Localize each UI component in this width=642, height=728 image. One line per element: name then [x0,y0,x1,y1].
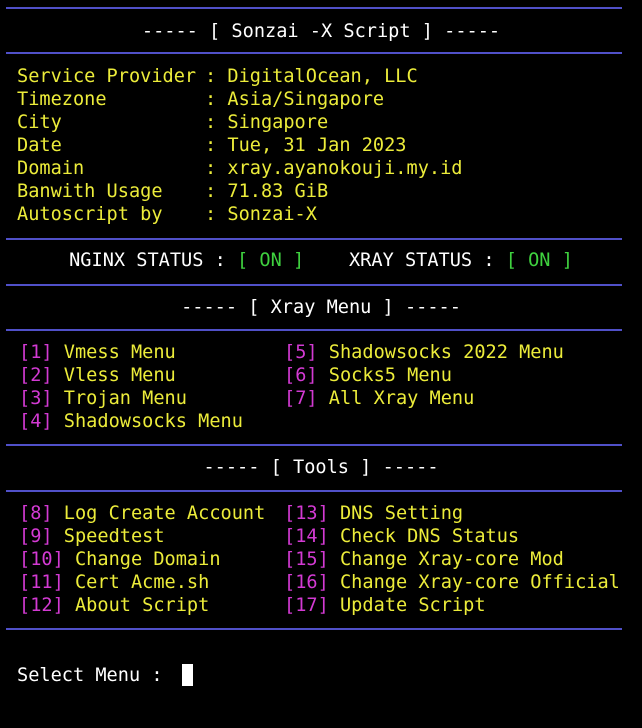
menu-item-speedtest[interactable]: [9] Speedtest [19,525,165,548]
menu-item-label: Change Xray-core Official [339,572,620,593]
info-value: : Singapore [205,112,329,133]
menu-item-check-dns-status[interactable]: [14] Check DNS Status [284,525,519,548]
menu-item-socks5[interactable]: [6] Socks5 Menu [284,364,452,387]
menu-item-number: [10] [19,549,64,570]
separator-line [6,490,622,492]
separator-line [6,52,622,54]
separator-line [6,238,622,240]
info-key: Service Provider [17,66,197,87]
menu-item-label: Socks5 Menu [328,365,452,386]
info-key: Date [17,135,62,156]
menu-item-about-script[interactable]: [12] About Script [19,594,209,617]
menu-item-number: [16] [284,572,329,593]
menu-item-number: [14] [284,526,329,547]
menu-item-label: About Script [74,595,210,616]
info-key: Timezone [17,89,107,110]
menu-item-label: Shadowsocks 2022 Menu [328,342,564,363]
separator-line [6,329,622,331]
info-value: : DigitalOcean, LLC [205,66,418,87]
menu-item-number: [7] [284,388,318,409]
menu-item-number: [4] [19,411,53,432]
menu-item-label: Change Domain [74,549,221,570]
menu-item-trojan[interactable]: [3] Trojan Menu [19,387,187,410]
menu-item-update-script[interactable]: [17] Update Script [284,594,486,617]
separator-line [6,284,622,286]
info-key: Domain [17,158,85,179]
info-value: : Asia/Singapore [205,89,385,110]
info-row-date: Date : Tue, 31 Jan 2023 [17,134,407,157]
menu-item-number: [17] [284,595,329,616]
menu-item-shadowsocks[interactable]: [4] Shadowsocks Menu [19,410,243,433]
info-row-city: City : Singapore [17,111,328,134]
menu-item-change-xray-core-official[interactable]: [16] Change Xray-core Official [284,571,620,594]
info-key: City [17,112,62,133]
select-menu-prompt: Select Menu : [17,665,174,686]
script-title: ----- [ Sonzai -X Script ] ----- [141,21,501,42]
menu-item-label: Update Script [339,595,486,616]
menu-item-label: Log Create Account [63,503,266,524]
menu-item-number: [8] [19,503,53,524]
info-value: : 71.83 GiB [205,181,329,202]
menu-item-number: [12] [19,595,64,616]
menu-item-label: Vless Menu [63,365,176,386]
menu-item-vless[interactable]: [2] Vless Menu [19,364,176,387]
menu-item-label: Shadowsocks Menu [63,411,243,432]
separator-line [6,628,622,630]
menu-item-number: [3] [19,388,53,409]
menu-item-log-create-account[interactable]: [8] Log Create Account [19,502,265,525]
menu-item-dns-setting[interactable]: [13] DNS Setting [284,502,463,525]
menu-item-label: DNS Setting [339,503,464,524]
info-row-bandwidth-usage: Banwith Usage : 71.83 GiB [17,180,328,203]
input-cursor[interactable] [182,664,193,686]
menu-item-label: All Xray Menu [328,388,475,409]
xray-status-label: XRAY STATUS : [348,250,506,271]
info-value: : Sonzai-X [205,204,317,225]
menu-item-number: [6] [284,365,318,386]
xray-status-value: [ ON ] [505,250,573,271]
info-row-service-provider: Service Provider : DigitalOcean, LLC [17,65,418,88]
menu-item-label: Vmess Menu [63,342,176,363]
info-row-autoscript-by: Autoscript by : Sonzai-X [17,203,317,226]
nginx-status-label: NGINX STATUS : [69,250,238,271]
menu-item-label: Change Xray-core Mod [339,549,564,570]
separator-line [6,7,622,9]
menu-item-label: Check DNS Status [339,526,520,547]
menu-item-number: [9] [19,526,53,547]
menu-item-label: Speedtest [63,526,165,547]
info-key: Autoscript by [17,204,163,225]
menu-item-change-domain[interactable]: [10] Change Domain [19,548,221,571]
menu-item-number: [5] [284,342,318,363]
menu-item-all-xray[interactable]: [7] All Xray Menu [284,387,474,410]
menu-item-number: [1] [19,342,53,363]
service-status-bar: NGINX STATUS : [ ON ] XRAY STATUS : [ ON… [0,249,642,272]
nginx-status-value: [ ON ] [237,250,305,271]
separator-line [6,444,622,446]
menu-item-number: [15] [284,549,329,570]
info-value: : xray.ayanokouji.my.id [205,158,463,179]
tools-menu-title: ----- [ Tools ] ----- [203,457,439,478]
info-row-timezone: Timezone : Asia/Singapore [17,88,384,111]
menu-item-cert-acme[interactable]: [11] Cert Acme.sh [19,571,209,594]
info-value: : Tue, 31 Jan 2023 [205,135,407,156]
menu-item-number: [2] [19,365,53,386]
terminal-window: ----- [ Sonzai -X Script ] ----- Service… [0,0,642,728]
menu-item-change-xray-core-mod[interactable]: [15] Change Xray-core Mod [284,548,564,571]
menu-item-number: [13] [284,503,329,524]
info-row-domain: Domain : xray.ayanokouji.my.id [17,157,462,180]
xray-menu-title: ----- [ Xray Menu ] ----- [181,297,461,318]
menu-item-vmess[interactable]: [1] Vmess Menu [19,341,176,364]
menu-item-label: Trojan Menu [63,388,187,409]
menu-item-number: [11] [19,572,64,593]
info-key: Banwith Usage [17,181,163,202]
menu-item-shadowsocks-2022[interactable]: [5] Shadowsocks 2022 Menu [284,341,564,364]
menu-item-label: Cert Acme.sh [74,572,210,593]
